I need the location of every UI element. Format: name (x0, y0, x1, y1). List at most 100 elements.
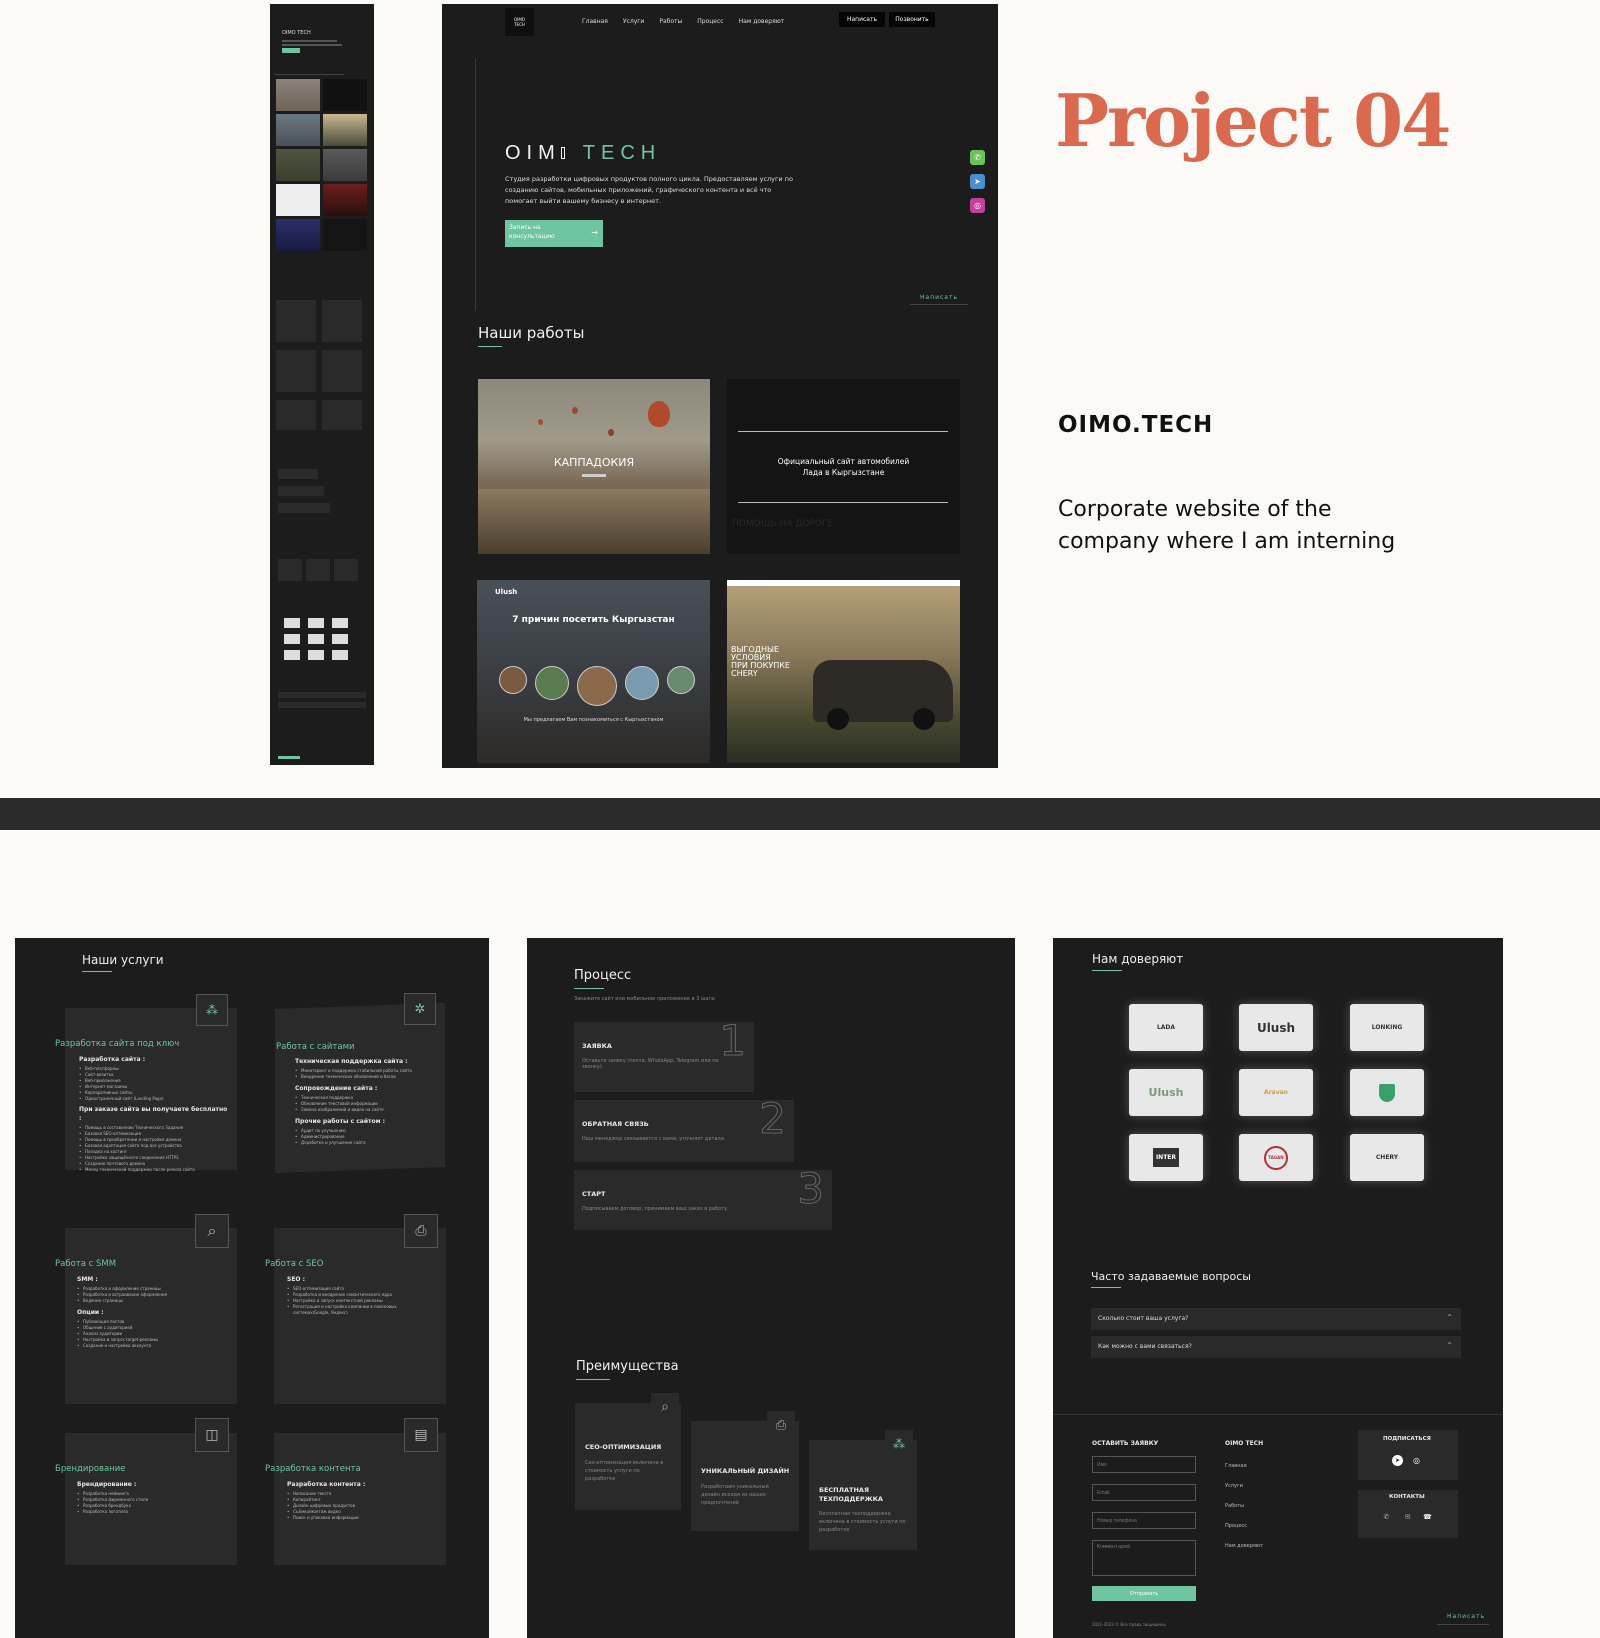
client-logo-chery: CHERY (1350, 1134, 1424, 1181)
email-field[interactable] (1092, 1484, 1196, 1501)
homepage-screenshot: OIMO TECH Главная Услуги Работы Процесс … (442, 4, 998, 768)
phone-field[interactable] (1092, 1512, 1196, 1529)
services-screenshot: Наши услуги ⁂ Разработка сайта под ключ … (15, 938, 489, 1638)
process-step-3-title: СТАРТ (582, 1190, 606, 1198)
footer-company: OIMO TECH (1225, 1440, 1264, 1447)
hero-cta-button[interactable]: Запись на консультацию → (505, 220, 603, 247)
nav-item-services[interactable]: Услуги (623, 18, 644, 25)
printer-icon: ⎙ (767, 1411, 795, 1439)
footer-link-trust[interactable]: Нам доверяют (1225, 1536, 1263, 1556)
service-card-seo[interactable] (274, 1228, 446, 1404)
process-step-2-text: Наш менеджер связывается с вами, уточняе… (582, 1136, 726, 1142)
faq-item-2[interactable]: Как можно с вами связаться? ⌃ (1091, 1336, 1461, 1358)
project-description-line2: company where I am interning (1058, 529, 1396, 554)
mail-icon[interactable]: ✉ (1402, 1511, 1413, 1522)
subscribe-heading: ПОДПИСАТЬСЯ (1383, 1436, 1431, 1442)
list-item: Месяц технической поддержки после релиза… (79, 1167, 229, 1173)
chevron-up-icon: ⌃ (1446, 1341, 1453, 1350)
work-card-ulush-footer: Мы предлагаем Вам познакомиться с Кыргыз… (523, 717, 664, 723)
footer-link-home[interactable]: Главная (1225, 1456, 1263, 1476)
whatsapp-icon[interactable]: ✆ (970, 150, 985, 165)
list-item: Замена изображений и видео на сайте (295, 1107, 435, 1113)
chevron-up-icon: ⌃ (1446, 1313, 1453, 1322)
service-card-content-title: Разработка контента (265, 1464, 361, 1474)
instagram-icon[interactable]: ◎ (1411, 1455, 1422, 1466)
process-step-3-text: Подписываем договор, принимаем ваш заказ… (582, 1206, 729, 1212)
service-card-smm-sub: SMM : (77, 1276, 98, 1283)
nav-logo[interactable]: OIMO TECH (505, 8, 534, 36)
service-card-websites-title: Работа с сайтами (276, 1042, 355, 1052)
faq-item-1[interactable]: Сколько стоит ваша услуга? ⌃ (1091, 1308, 1461, 1330)
project-title: Project 04 (1055, 78, 1451, 163)
work-card-cappadocia[interactable]: КАППАДОКИЯ (478, 379, 710, 554)
client-logo-ulush: Ulush (1239, 1004, 1313, 1051)
advantage-card-design-text: Разработаем уникальный дизайн исходя из … (701, 1484, 769, 1506)
client-logo-tagan: TAGAN (1239, 1134, 1313, 1181)
hero-cta-line2: консультацию (509, 233, 555, 240)
project-description: Corporate website of the company where I… (1058, 494, 1395, 558)
content-icon: ▤ (404, 1418, 438, 1452)
arrow-right-icon: → (591, 228, 598, 237)
footer-write-link[interactable]: Написать (1447, 1613, 1485, 1620)
nav-logo-line2: TECH (514, 22, 525, 27)
work-card-cappadocia-label: КАППАДОКИЯ (553, 456, 635, 469)
client-logo-tagan-text: TAGAN (1264, 1145, 1288, 1170)
advantage-card-support-title-line2: ТЕХПОДДЕРЖКА (819, 1495, 883, 1503)
service-card-content-sub: Разработка контента : (287, 1481, 366, 1488)
list-item: Создание и настройка аккаунта (77, 1343, 227, 1349)
hero-brand: OIM TECH (505, 142, 661, 165)
list-item: Одностраничный сайт (Landing Page) (79, 1096, 229, 1102)
instagram-icon[interactable]: ◎ (970, 198, 985, 213)
service-card-websites-sub2: Сопровождение сайта : (295, 1085, 378, 1092)
submit-button[interactable]: Отправить (1092, 1586, 1196, 1601)
hero-write-link[interactable]: Написать (920, 294, 958, 301)
process-heading: Процесс (574, 968, 632, 983)
process-step-2: 2 ОБРАТНАЯ СВЯЗЬ Наш менеджер связываетс… (574, 1094, 794, 1162)
work-card-lada-line1: Официальный сайт автомобилей (777, 457, 910, 466)
phone-icon[interactable]: ☎ (1422, 1511, 1433, 1522)
advantages-heading: Преимущества (576, 1359, 679, 1374)
client-logo-ulush-text: Ulush (1256, 1020, 1296, 1035)
telegram-icon[interactable]: ➤ (1392, 1455, 1403, 1466)
footer-link-services[interactable]: Услуги (1225, 1476, 1263, 1496)
advantage-card-seo-text: Сео-оптимизация включена в стоимость усл… (585, 1460, 664, 1482)
work-card-ulush[interactable]: Ulush 7 причин посетить Кыргызстан Мы пр… (477, 580, 710, 763)
client-logo-lonking-text: LONKING (1371, 1024, 1403, 1031)
advantage-card-support-title-line1: БЕСПЛАТНАЯ (819, 1486, 869, 1494)
footer-link-works[interactable]: Работы (1225, 1496, 1263, 1516)
book-icon: ◫ (195, 1418, 229, 1452)
client-logo-ulush-2: Ulush (1129, 1069, 1203, 1116)
nav-item-process[interactable]: Процесс (697, 18, 723, 25)
whatsapp-icon[interactable]: ✆ (1381, 1511, 1392, 1522)
footer-link-process[interactable]: Процесс (1225, 1516, 1263, 1536)
client-logo-inter-text: INTER (1152, 1148, 1180, 1167)
faq-heading: Часто задаваемые вопросы (1091, 1270, 1251, 1283)
gear-icon: ✲ (404, 993, 436, 1025)
search-icon: ⌕ (651, 1393, 679, 1421)
process-step-3: 3 СТАРТ Подписываем договор, принимаем в… (574, 1164, 832, 1230)
service-card-turnkey-list: Веб-платформы Сайт-визитка Веб-приложени… (79, 1066, 229, 1102)
nav-item-trust[interactable]: Нам доверяют (739, 18, 785, 25)
work-card-lada[interactable]: Официальный сайт автомобилей Лада в Кырг… (727, 379, 960, 554)
work-card-chery[interactable]: ВЫГОДНЫЕ УСЛОВИЯ ПРИ ПОКУПКЕ CHERY (727, 580, 960, 763)
project-description-line1: Corporate website of the (1058, 497, 1332, 522)
footer-form-title: ОСТАВИТЬ ЗАЯВКУ (1092, 1440, 1159, 1447)
nav-write-button[interactable]: Написать (839, 12, 885, 27)
dots-icon: ⁂ (196, 994, 228, 1026)
faq-item-2-question: Как можно с вами связаться? (1098, 1343, 1192, 1350)
list-item: Разработка логотипа (77, 1509, 227, 1515)
footer-links: Главная Услуги Работы Процесс Нам доверя… (1225, 1456, 1263, 1556)
service-card-websites-sub: Техническая поддержка сайта : (295, 1058, 408, 1065)
telegram-icon[interactable]: ➤ (970, 174, 985, 189)
project-name: OIMO.TECH (1058, 412, 1214, 438)
name-field[interactable] (1092, 1456, 1196, 1473)
advantage-card-seo-title: СЕО-ОПТИМИЗАЦИЯ (585, 1443, 662, 1451)
shield-icon (1379, 1083, 1395, 1102)
process-step-1: 1 ЗАЯВКА Оставьте заявку (почта, WhatsAp… (574, 1016, 754, 1092)
service-card-smm-sub2: Опции : (77, 1309, 104, 1316)
nav-item-home[interactable]: Главная (582, 18, 608, 25)
comment-field[interactable] (1092, 1540, 1196, 1576)
trust-screenshot: Нам доверяют LADA Ulush LONKING Ulush Ar… (1053, 938, 1503, 1638)
nav-call-button[interactable]: Позвонить (889, 12, 935, 27)
nav-item-works[interactable]: Работы (659, 18, 682, 25)
